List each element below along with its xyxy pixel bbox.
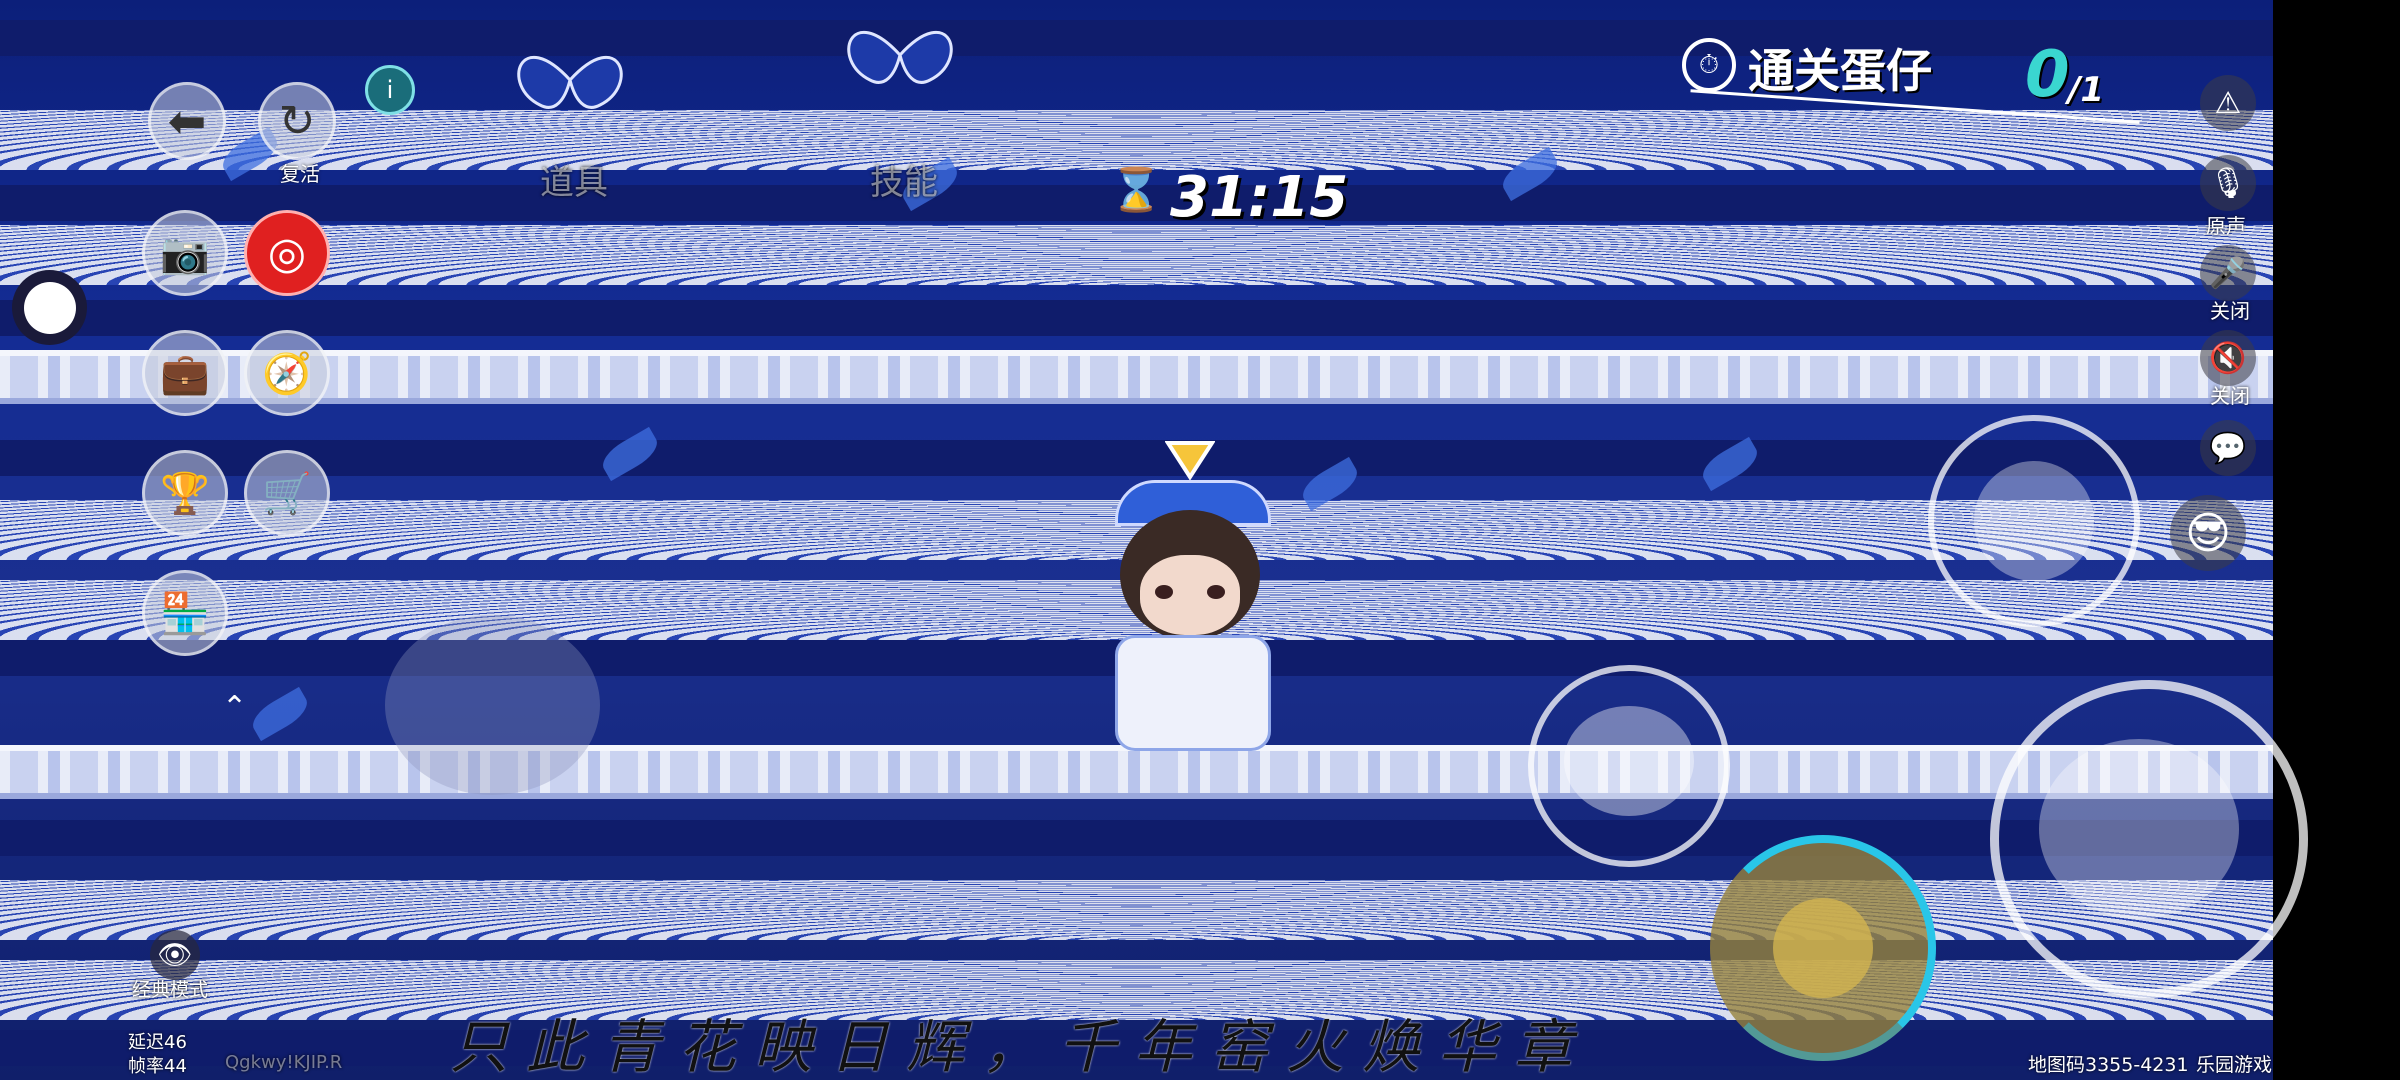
emote-action-button[interactable] [1928, 415, 2140, 627]
mission-progress-total: /1 [2068, 70, 2105, 110]
white-railing [0, 350, 2273, 404]
netease-music-icon: ◎ [267, 227, 307, 279]
fps-text: 帧率44 [128, 1056, 187, 1077]
movement-joystick[interactable] [385, 615, 600, 795]
hourglass-icon: ⌛ [1110, 165, 1163, 214]
grab-icon [1564, 706, 1694, 816]
respawn-label: 复活 [280, 162, 320, 186]
respawn-button[interactable]: ↻ [258, 82, 336, 160]
mic-off-icon[interactable]: 🎤 [2200, 245, 2256, 301]
speaker-off-icon[interactable]: 🔇 [2200, 330, 2256, 386]
butterfly-ornament [847, 30, 953, 84]
camera-button[interactable]: 📷 [142, 210, 228, 296]
eye-icon[interactable]: 👁 [150, 930, 200, 980]
player-character [1095, 480, 1285, 751]
skill-icon [1773, 898, 1873, 998]
latency-text: 延迟46 [128, 1032, 187, 1053]
speaker-label: 关闭 [2210, 384, 2250, 408]
map-suffix-text: 乐园游戏 [2196, 1054, 2273, 1076]
cart-icon: 🛒 [262, 470, 312, 517]
tab-skills-label: 技能 [870, 163, 938, 203]
mic-label: 关闭 [2210, 299, 2250, 323]
store-button[interactable]: 🏪 [142, 570, 228, 656]
warning-icon[interactable]: ⚠ [2200, 75, 2256, 131]
wave-frieze [0, 110, 2273, 170]
camera-icon: 📷 [160, 230, 210, 277]
back-button[interactable]: ⬅ [148, 82, 226, 160]
roof-stripe [0, 300, 2273, 336]
trophy-icon: 🏆 [160, 470, 210, 517]
classic-mode-label: 经典模式 [132, 979, 209, 1001]
chat-icon[interactable]: 💬 [2200, 420, 2256, 476]
store-icon: 🏪 [160, 590, 210, 637]
map-code-text: 地图码3355-4231 [2028, 1054, 2189, 1076]
emote-face-icon[interactable]: 😎 [2170, 495, 2246, 571]
room-code-text: Qgkwy!KJIP.R [225, 1052, 343, 1073]
skill-cooldown-button[interactable] [1710, 835, 1936, 1061]
info-icon[interactable]: i [365, 65, 415, 115]
voice-label: 原声 [2206, 214, 2246, 238]
white-railing [0, 745, 2273, 799]
roof-stripe [0, 20, 2273, 56]
compass-button[interactable]: 🧭 [244, 330, 330, 416]
jump-action-button[interactable] [1990, 680, 2308, 998]
roof-stripe [0, 440, 2273, 476]
roof-stripe [0, 820, 2273, 856]
chevron-up-icon: ⌃ [222, 690, 248, 725]
right-black-bar [2273, 0, 2400, 1080]
arrow-left-icon: ⬅ [167, 94, 207, 148]
wave-frieze [0, 225, 2273, 285]
stopwatch-icon: ⏱ [1682, 38, 1736, 92]
subtitle-caption: 只此青花映日辉，千年窑火焕华章 [450, 1013, 1591, 1080]
mission-progress-current: 0 [2025, 38, 2070, 112]
voice-icon[interactable]: 🎙 [2200, 155, 2256, 211]
countdown-timer: 31:15 [1170, 165, 1349, 230]
butterfly-ornament [517, 55, 623, 109]
shop-cart-button[interactable]: 🛒 [244, 450, 330, 536]
grab-action-button[interactable] [1528, 665, 1730, 867]
compass-icon: 🧭 [262, 350, 312, 397]
jump-icon [2039, 739, 2239, 919]
trophy-button[interactable]: 🏆 [142, 450, 228, 536]
bamboo-leaf [247, 686, 313, 742]
mission-title: 通关蛋仔 [1748, 44, 1932, 98]
backpack-button[interactable]: 💼 [142, 330, 228, 416]
recording-dot[interactable] [12, 270, 87, 345]
cat-face-icon [1974, 461, 2094, 581]
refresh-icon: ↻ [278, 95, 316, 147]
tab-items-label: 道具 [540, 163, 608, 203]
player-marker-icon [1164, 440, 1216, 481]
briefcase-icon: 💼 [160, 350, 210, 397]
music-button[interactable]: ◎ [244, 210, 330, 296]
